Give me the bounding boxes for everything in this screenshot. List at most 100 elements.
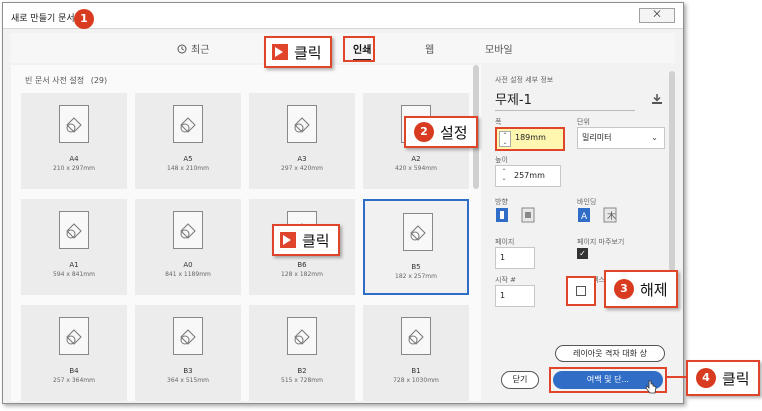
binding-label: 바인딩 xyxy=(577,198,597,206)
width-stepper[interactable]: ⌃ ⌄ xyxy=(499,131,511,147)
new-document-dialog: 새로 만들기 문서 ⨉ 최근 인쇄 웹 모바일 빈 문서 사전 설정 (29) … xyxy=(2,2,684,404)
preset-card-name: A0 xyxy=(183,261,193,269)
layout-grid-dialog-button[interactable]: 레이아웃 격자 대화 상 xyxy=(555,345,665,362)
preset-card[interactable]: B4 257 x 364mm xyxy=(21,305,127,401)
start-number-label: 시작 # xyxy=(495,276,516,284)
document-preset-icon xyxy=(173,211,203,249)
clock-icon xyxy=(177,44,187,54)
callout-connector xyxy=(666,376,686,378)
preset-card-name: A2 xyxy=(411,155,421,163)
panel-header: 사전 설정 세부 정보 xyxy=(495,76,554,84)
preset-card-name: A1 xyxy=(69,261,79,269)
tab-recent-label: 최근 xyxy=(191,45,210,56)
preset-card[interactable]: A3 297 x 420mm xyxy=(249,93,355,189)
pages-label: 페이지 xyxy=(495,238,515,246)
preset-card-size: 128 x 182mm xyxy=(281,271,323,278)
right-binding-icon[interactable]: 木 xyxy=(603,207,617,223)
step-4-badge: 4 xyxy=(696,368,716,388)
click-callout-card-text: 클릭 xyxy=(302,231,330,250)
preset-card[interactable]: B3 364 x 515mm xyxy=(135,305,241,401)
height-value: 257mm xyxy=(514,171,545,180)
pages-field[interactable]: 1 xyxy=(495,247,535,269)
preset-card-name: B5 xyxy=(411,263,421,271)
facing-pages-checkbox[interactable]: ✓ xyxy=(577,248,588,259)
preset-card[interactable]: B1 728 x 1030mm xyxy=(363,305,469,401)
document-preset-icon xyxy=(59,105,89,143)
preset-card-name: A5 xyxy=(183,155,193,163)
release-callout-text: 해제 xyxy=(640,280,668,299)
portrait-orientation-icon[interactable] xyxy=(495,207,509,223)
right-arrow-icon xyxy=(272,44,288,60)
preset-card-size: 728 x 1030mm xyxy=(393,377,439,384)
height-label: 높이 xyxy=(495,156,508,164)
step-2-badge: 2 xyxy=(414,122,434,142)
preset-card-name: B1 xyxy=(411,367,421,375)
left-binding-icon[interactable]: A xyxy=(577,207,591,223)
step-1-badge: 1 xyxy=(74,9,94,29)
preset-card-size: 841 x 1189mm xyxy=(165,271,211,278)
preset-card[interactable]: B5 182 x 257mm xyxy=(363,199,469,295)
chevron-down-icon: ⌄ xyxy=(651,133,658,142)
width-field[interactable]: ⌃ ⌄ 189mm xyxy=(495,127,565,151)
gallery-title: 빈 문서 사전 설정 (29) xyxy=(25,75,107,86)
tab-recent[interactable]: 최근 xyxy=(177,41,209,56)
width-value: 189mm xyxy=(515,133,546,142)
save-preset-icon[interactable] xyxy=(651,93,663,105)
print-tab-highlight xyxy=(343,36,375,62)
document-preset-icon xyxy=(59,211,89,249)
document-preset-icon xyxy=(401,317,431,355)
svg-text:木: 木 xyxy=(607,210,616,222)
document-preset-icon xyxy=(403,213,433,251)
margins-click-callout-text: 클릭 xyxy=(722,369,750,388)
primary-text-frame-highlight xyxy=(566,276,596,306)
height-stepper[interactable]: ⌃ ⌄ xyxy=(498,168,510,184)
unit-value: 밀리미터 xyxy=(582,133,612,142)
preset-card-name: A4 xyxy=(69,155,79,163)
preset-card-name: B3 xyxy=(183,367,193,375)
tab-web[interactable]: 웹 xyxy=(425,41,434,56)
svg-text:A: A xyxy=(581,212,588,222)
click-callout-tab: 클릭 xyxy=(264,36,332,68)
window-title: 새로 만들기 문서 xyxy=(11,14,75,24)
document-preset-icon xyxy=(287,317,317,355)
preset-card[interactable]: A0 841 x 1189mm xyxy=(135,199,241,295)
preset-card-size: 420 x 594mm xyxy=(395,165,437,172)
start-number-field[interactable]: 1 xyxy=(495,285,535,307)
unit-label: 단위 xyxy=(577,118,590,126)
preset-card-size: 148 x 210mm xyxy=(167,165,209,172)
step-3-badge: 3 xyxy=(614,279,634,299)
width-label: 폭 xyxy=(495,118,502,126)
preset-card-name: B6 xyxy=(297,261,307,269)
click-callout-card: 클릭 xyxy=(272,224,340,256)
preset-card-name: A3 xyxy=(297,155,307,163)
preset-card-size: 364 x 515mm xyxy=(167,377,209,384)
preset-card-size: 594 x 841mm xyxy=(53,271,95,278)
preset-card-size: 257 x 364mm xyxy=(53,377,95,384)
click-callout-text: 클릭 xyxy=(294,43,322,62)
close-window-button[interactable]: ⨉ xyxy=(639,8,675,23)
preset-card-size: 210 x 297mm xyxy=(53,165,95,172)
preset-card[interactable]: A1 594 x 841mm xyxy=(21,199,127,295)
landscape-orientation-icon[interactable] xyxy=(521,207,535,223)
height-field[interactable]: ⌃ ⌄ 257mm xyxy=(495,165,561,187)
set-callout: 2 설정 xyxy=(404,116,478,148)
primary-text-frame-checkbox[interactable] xyxy=(576,286,586,296)
unit-select[interactable]: 밀리미터 ⌄ xyxy=(577,127,665,149)
preset-card-size: 515 x 728mm xyxy=(281,377,323,384)
set-callout-text: 설정 xyxy=(440,123,468,142)
facing-pages-label: 페이지 마주보기 xyxy=(577,238,625,246)
preset-card[interactable]: B2 515 x 728mm xyxy=(249,305,355,401)
preset-card[interactable]: A5 148 x 210mm xyxy=(135,93,241,189)
orientation-label: 방향 xyxy=(495,198,508,206)
tab-mobile[interactable]: 모바일 xyxy=(485,41,513,56)
right-arrow-icon xyxy=(280,232,296,248)
preset-card-name: B2 xyxy=(297,367,307,375)
gallery-count: (29) xyxy=(90,76,108,85)
document-preset-icon xyxy=(173,105,203,143)
document-preset-icon xyxy=(173,317,203,355)
preset-card[interactable]: A4 210 x 297mm xyxy=(21,93,127,189)
document-name-input[interactable]: 무제-1 xyxy=(495,89,635,111)
close-button[interactable]: 닫기 xyxy=(501,371,539,389)
preset-card-size: 297 x 420mm xyxy=(281,165,323,172)
panel-scrollbar[interactable] xyxy=(669,71,675,271)
